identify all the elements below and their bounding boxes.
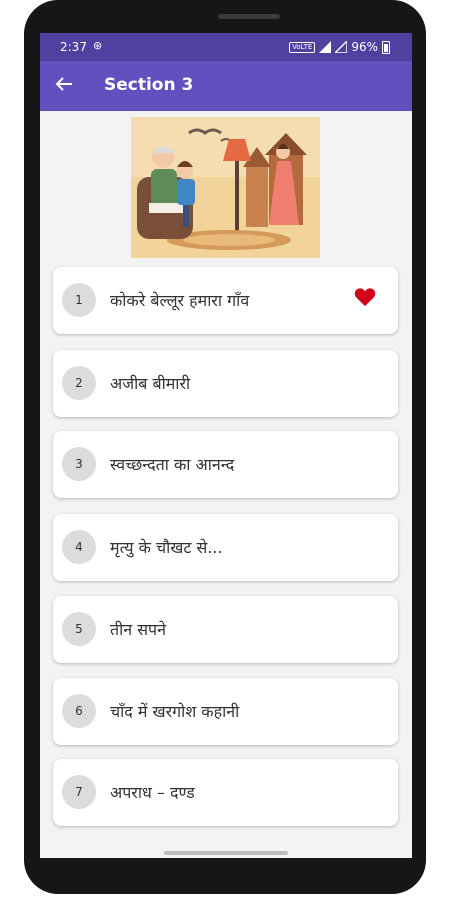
item-number: 7 [62,775,96,809]
list-item[interactable]: 3 स्वच्छन्दता का आनन्द [53,431,398,498]
item-number: 5 [62,612,96,646]
gesture-handle[interactable] [164,851,288,855]
item-number: 2 [62,366,96,400]
item-number: 6 [62,694,96,728]
list-item[interactable]: 4 मृत्यु के चौखट से... [53,514,398,581]
speaker-grille [218,14,280,19]
item-title: अपराध – दण्ड [110,783,195,802]
favorite-heart-icon[interactable] [354,287,376,307]
list-item[interactable]: 7 अपराध – दण्ड [53,759,398,826]
item-title: अजीब बीमारी [110,374,191,393]
item-title: कोकरे बेल्लूर हमारा गाँव [110,291,250,310]
list-item[interactable]: 2 अजीब बीमारी [53,350,398,417]
item-number: 1 [62,283,96,317]
list-item[interactable]: 5 तीन सपने [53,596,398,663]
item-title: स्वच्छन्दता का आनन्द [110,455,235,474]
item-title: मृत्यु के चौखट से... [110,538,223,557]
list-item[interactable]: 1 कोकरे बेल्लूर हमारा गाँव [53,267,398,334]
item-title: चाँद में खरगोश कहानी [110,702,240,721]
item-number: 3 [62,447,96,481]
item-number: 4 [62,530,96,564]
screen: 2:37 ⊛ VoLTE 96% Section 3 1 कोकरे बेल्ल… [40,33,412,858]
story-list: 1 कोकरे बेल्लूर हमारा गाँव 2 अजीब बीमारी… [40,33,412,858]
item-title: तीन सपने [110,620,167,639]
list-item[interactable]: 6 चाँद में खरगोश कहानी [53,678,398,745]
